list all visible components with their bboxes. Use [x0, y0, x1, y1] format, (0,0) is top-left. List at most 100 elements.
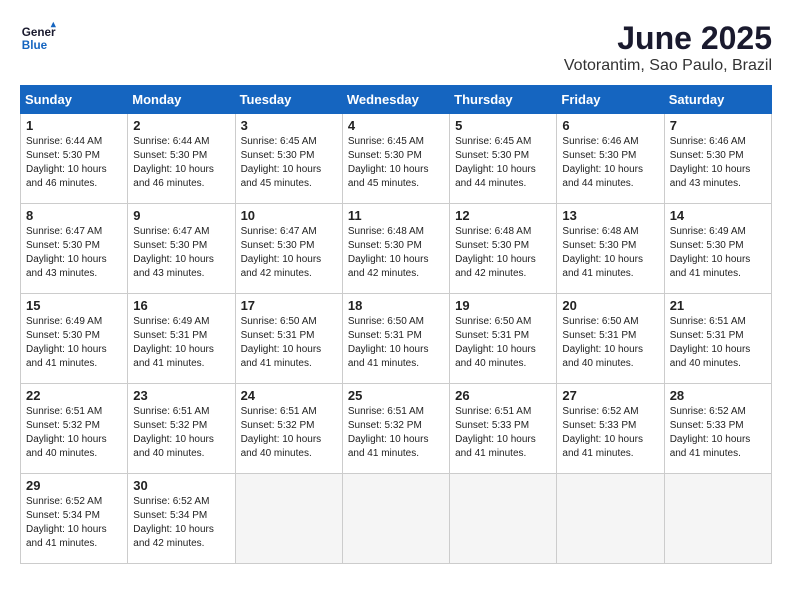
- day-cell-26: 26Sunrise: 6:51 AM Sunset: 5:33 PM Dayli…: [450, 384, 557, 474]
- day-info: Sunrise: 6:44 AM Sunset: 5:30 PM Dayligh…: [133, 135, 229, 191]
- day-cell-3: 3 Sunrise: 6:45 AM Sunset: 5:30 PM Daylig…: [235, 114, 342, 204]
- day-cell-4: 4 Sunrise: 6:45 AM Sunset: 5:30 PM Daylig…: [342, 114, 449, 204]
- day-info: Sunrise: 6:51 AM Sunset: 5:32 PM Dayligh…: [348, 405, 444, 461]
- day-info: Sunrise: 6:50 AM Sunset: 5:31 PM Dayligh…: [562, 315, 658, 371]
- day-info: Sunrise: 6:46 AM Sunset: 5:30 PM Dayligh…: [670, 135, 766, 191]
- day-info: Sunrise: 6:48 AM Sunset: 5:30 PM Dayligh…: [562, 225, 658, 281]
- day-info: Sunrise: 6:47 AM Sunset: 5:30 PM Dayligh…: [241, 225, 337, 281]
- calendar-title: June 2025: [564, 20, 772, 57]
- day-number: 19: [455, 298, 551, 313]
- empty-cell: [235, 474, 342, 564]
- day-number: 20: [562, 298, 658, 313]
- day-cell-21: 21 Sunrise: 6:51 AM Sunset: 5:31 PM Dayli…: [664, 294, 771, 384]
- day-cell-24: 24Sunrise: 6:51 AM Sunset: 5:32 PM Dayli…: [235, 384, 342, 474]
- day-cell-12: 12 Sunrise: 6:48 AM Sunset: 5:30 PM Dayli…: [450, 204, 557, 294]
- day-number: 27: [562, 388, 658, 403]
- day-cell-11: 11 Sunrise: 6:48 AM Sunset: 5:30 PM Dayli…: [342, 204, 449, 294]
- day-cell-17: 17Sunrise: 6:50 AM Sunset: 5:31 PM Dayli…: [235, 294, 342, 384]
- day-number: 2: [133, 118, 229, 133]
- day-info: Sunrise: 6:50 AM Sunset: 5:31 PM Dayligh…: [455, 315, 551, 371]
- day-info: Sunrise: 6:49 AM Sunset: 5:31 PM Dayligh…: [133, 315, 229, 371]
- day-cell-20: 20 Sunrise: 6:50 AM Sunset: 5:31 PM Dayli…: [557, 294, 664, 384]
- col-header-tuesday: Tuesday: [235, 86, 342, 114]
- day-number: 7: [670, 118, 766, 133]
- day-cell-25: 25Sunrise: 6:51 AM Sunset: 5:32 PM Dayli…: [342, 384, 449, 474]
- day-number: 13: [562, 208, 658, 223]
- day-info: Sunrise: 6:52 AM Sunset: 5:34 PM Dayligh…: [26, 495, 122, 551]
- day-cell-15: 15 Sunrise: 6:49 AM Sunset: 5:30 PM Dayli…: [21, 294, 128, 384]
- header-row: SundayMondayTuesdayWednesdayThursdayFrid…: [21, 86, 772, 114]
- week-row-1: 1 Sunrise: 6:44 AM Sunset: 5:30 PM Daylig…: [21, 114, 772, 204]
- empty-cell: [664, 474, 771, 564]
- day-cell-18: 18Sunrise: 6:50 AM Sunset: 5:31 PM Dayli…: [342, 294, 449, 384]
- day-info: Sunrise: 6:49 AM Sunset: 5:30 PM Dayligh…: [670, 225, 766, 281]
- empty-cell: [557, 474, 664, 564]
- day-number: 28: [670, 388, 766, 403]
- day-info: Sunrise: 6:48 AM Sunset: 5:30 PM Dayligh…: [455, 225, 551, 281]
- day-number: 5: [455, 118, 551, 133]
- day-cell-10: 10Sunrise: 6:47 AM Sunset: 5:30 PM Dayli…: [235, 204, 342, 294]
- day-info: Sunrise: 6:49 AM Sunset: 5:30 PM Dayligh…: [26, 315, 122, 371]
- col-header-thursday: Thursday: [450, 86, 557, 114]
- day-info: Sunrise: 6:45 AM Sunset: 5:30 PM Dayligh…: [348, 135, 444, 191]
- day-number: 3: [241, 118, 337, 133]
- empty-cell: [450, 474, 557, 564]
- day-number: 23: [133, 388, 229, 403]
- day-number: 22: [26, 388, 122, 403]
- logo: General Blue: [20, 20, 56, 56]
- day-number: 6: [562, 118, 658, 133]
- svg-text:Blue: Blue: [22, 39, 48, 52]
- day-info: Sunrise: 6:45 AM Sunset: 5:30 PM Dayligh…: [241, 135, 337, 191]
- day-number: 30: [133, 478, 229, 493]
- week-row-2: 8 Sunrise: 6:47 AM Sunset: 5:30 PM Daylig…: [21, 204, 772, 294]
- day-number: 12: [455, 208, 551, 223]
- day-cell-5: 5 Sunrise: 6:45 AM Sunset: 5:30 PM Daylig…: [450, 114, 557, 204]
- day-info: Sunrise: 6:45 AM Sunset: 5:30 PM Dayligh…: [455, 135, 551, 191]
- day-cell-2: 2 Sunrise: 6:44 AM Sunset: 5:30 PM Daylig…: [128, 114, 235, 204]
- title-block: June 2025 Votorantim, Sao Paulo, Brazil: [564, 20, 772, 75]
- day-info: Sunrise: 6:47 AM Sunset: 5:30 PM Dayligh…: [133, 225, 229, 281]
- day-info: Sunrise: 6:51 AM Sunset: 5:31 PM Dayligh…: [670, 315, 766, 371]
- day-cell-7: 7 Sunrise: 6:46 AM Sunset: 5:30 PM Daylig…: [664, 114, 771, 204]
- calendar-subtitle: Votorantim, Sao Paulo, Brazil: [564, 57, 772, 75]
- day-number: 16: [133, 298, 229, 313]
- day-info: Sunrise: 6:47 AM Sunset: 5:30 PM Dayligh…: [26, 225, 122, 281]
- day-cell-6: 6Sunrise: 6:46 AM Sunset: 5:30 PM Daylig…: [557, 114, 664, 204]
- day-info: Sunrise: 6:51 AM Sunset: 5:32 PM Dayligh…: [133, 405, 229, 461]
- day-cell-8: 8 Sunrise: 6:47 AM Sunset: 5:30 PM Daylig…: [21, 204, 128, 294]
- page-header: General Blue June 2025 Votorantim, Sao P…: [20, 20, 772, 75]
- col-header-sunday: Sunday: [21, 86, 128, 114]
- day-cell-14: 14 Sunrise: 6:49 AM Sunset: 5:30 PM Dayli…: [664, 204, 771, 294]
- day-cell-22: 22 Sunrise: 6:51 AM Sunset: 5:32 PM Dayli…: [21, 384, 128, 474]
- day-info: Sunrise: 6:52 AM Sunset: 5:34 PM Dayligh…: [133, 495, 229, 551]
- day-number: 17: [241, 298, 337, 313]
- week-row-4: 22 Sunrise: 6:51 AM Sunset: 5:32 PM Dayli…: [21, 384, 772, 474]
- day-number: 21: [670, 298, 766, 313]
- day-number: 24: [241, 388, 337, 403]
- day-cell-29: 29Sunrise: 6:52 AM Sunset: 5:34 PM Dayli…: [21, 474, 128, 564]
- week-row-5: 29Sunrise: 6:52 AM Sunset: 5:34 PM Dayli…: [21, 474, 772, 564]
- svg-text:General: General: [22, 26, 56, 39]
- logo-icon: General Blue: [20, 20, 56, 56]
- day-number: 14: [670, 208, 766, 223]
- col-header-wednesday: Wednesday: [342, 86, 449, 114]
- day-number: 18: [348, 298, 444, 313]
- day-number: 9: [133, 208, 229, 223]
- day-cell-28: 28Sunrise: 6:52 AM Sunset: 5:33 PM Dayli…: [664, 384, 771, 474]
- day-number: 1: [26, 118, 122, 133]
- day-cell-23: 23 Sunrise: 6:51 AM Sunset: 5:32 PM Dayli…: [128, 384, 235, 474]
- col-header-monday: Monday: [128, 86, 235, 114]
- day-info: Sunrise: 6:51 AM Sunset: 5:32 PM Dayligh…: [26, 405, 122, 461]
- day-cell-16: 16 Sunrise: 6:49 AM Sunset: 5:31 PM Dayli…: [128, 294, 235, 384]
- day-number: 4: [348, 118, 444, 133]
- day-info: Sunrise: 6:48 AM Sunset: 5:30 PM Dayligh…: [348, 225, 444, 281]
- day-number: 11: [348, 208, 444, 223]
- day-cell-9: 9 Sunrise: 6:47 AM Sunset: 5:30 PM Daylig…: [128, 204, 235, 294]
- day-number: 15: [26, 298, 122, 313]
- day-cell-19: 19 Sunrise: 6:50 AM Sunset: 5:31 PM Dayli…: [450, 294, 557, 384]
- day-cell-27: 27Sunrise: 6:52 AM Sunset: 5:33 PM Dayli…: [557, 384, 664, 474]
- day-number: 8: [26, 208, 122, 223]
- col-header-saturday: Saturday: [664, 86, 771, 114]
- day-info: Sunrise: 6:51 AM Sunset: 5:33 PM Dayligh…: [455, 405, 551, 461]
- col-header-friday: Friday: [557, 86, 664, 114]
